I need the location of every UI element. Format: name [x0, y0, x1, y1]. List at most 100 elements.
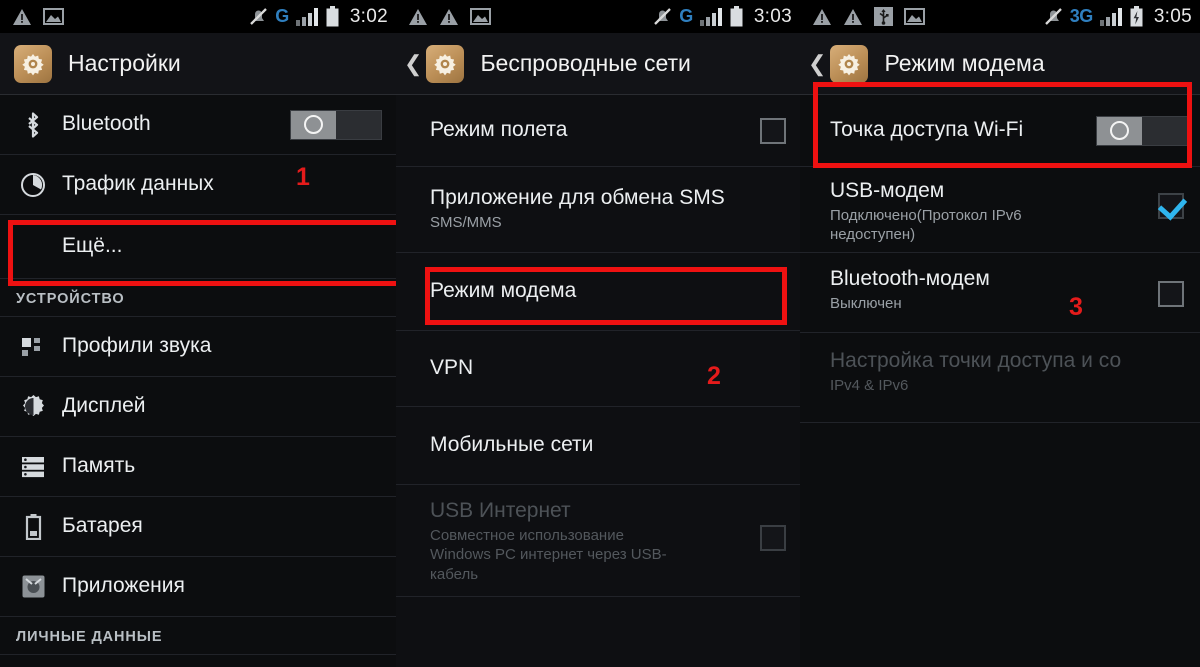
status-bar-right-2: G 3:03 [652, 6, 792, 28]
picture-icon [470, 8, 491, 25]
bell-muted-icon [654, 8, 672, 25]
battery-icon [326, 6, 339, 27]
warning-triangle-icon [13, 8, 31, 25]
list-item-label: USB-модем [830, 179, 945, 202]
section-header-personal: ЛИЧНЫЕ ДАННЫЕ [0, 617, 396, 655]
action-bar-tethering: ❮ Режим модема [800, 33, 1200, 95]
network-type-label-2: G [679, 6, 693, 26]
settings-gear-icon [14, 44, 52, 83]
status-bar-right-1: G 3:02 [248, 6, 388, 28]
list-item-label: Приложение для обмена SMS [430, 186, 725, 210]
clock-2: 3:03 [753, 5, 792, 27]
tethering-list: Точка доступа Wi-Fi USB-модем Подключено… [800, 95, 1200, 423]
bluetooth-toggle[interactable] [290, 109, 382, 140]
wifi-hotspot-toggle[interactable] [1096, 115, 1188, 146]
settings-gear-icon [426, 44, 465, 83]
status-bar-left-icons-3 [812, 7, 925, 26]
battery-charging-icon [1130, 6, 1143, 27]
sidebar-item-label: Приложения [62, 574, 185, 598]
clock-1: 3:02 [349, 5, 388, 27]
list-item-usb-internet[interactable]: USB Интернет Совместное использование Wi… [396, 485, 800, 597]
action-bar-wireless: ❮ Беспроводные сети [396, 33, 800, 95]
bluetooth-tethering-checkbox[interactable] [1158, 281, 1184, 307]
bell-muted-icon [250, 8, 268, 25]
sidebar-item-more[interactable]: Ещё... [0, 215, 396, 279]
annotation-number-3: 3 [1069, 293, 1083, 321]
status-bar-right-3: 3G 3:05 [1043, 6, 1192, 28]
warning-triangle-icon [844, 8, 862, 25]
bluetooth-icon [16, 111, 50, 139]
signal-bars-icon [699, 8, 722, 26]
sidebar-item-sound-profiles[interactable]: Профили звука [0, 317, 396, 377]
action-bar-settings: Настройки [0, 33, 396, 95]
panel-settings: G 3:02 Настройки Bluetooth Трафик данных… [0, 0, 396, 667]
sidebar-item-label: Трафик данных [62, 172, 214, 196]
signal-bars-icon [295, 8, 318, 26]
warning-triangle-icon [409, 8, 427, 25]
list-item-usb-tethering[interactable]: USB-модем Подключено(Протокол IPv6 недос… [800, 167, 1200, 253]
list-item-label: Режим полета [430, 118, 568, 142]
annotation-number-1: 1 [296, 163, 310, 191]
page-title-2: Беспроводные сети [480, 50, 691, 76]
network-type-label-1: G [275, 6, 289, 26]
list-item-label: Bluetooth-модем [830, 267, 990, 290]
list-item-subtitle: Выключен [830, 295, 902, 313]
back-chevron-icon[interactable]: ❮ [404, 52, 422, 75]
section-header-device: УСТРОЙСТВО [0, 279, 396, 317]
list-item-label: USB Интернет [430, 499, 571, 522]
network-type-label-3: 3G [1069, 6, 1094, 26]
sidebar-item-bluetooth[interactable]: Bluetooth [0, 95, 396, 155]
status-bar-2: G 3:03 [396, 0, 800, 33]
list-item-mobile-networks[interactable]: Мобильные сети [396, 407, 800, 485]
list-item-label: Настройка точки доступа и со [830, 349, 1122, 372]
clock-3: 3:05 [1153, 5, 1192, 27]
list-item-vpn[interactable]: VPN [396, 331, 800, 407]
list-item-label: Мобильные сети [430, 433, 594, 457]
list-item-label: Точка доступа Wi-Fi [830, 118, 1024, 142]
list-item-hotspot-config[interactable]: Настройка точки доступа и со IPv4 & IPv6 [800, 333, 1200, 423]
sidebar-item-label: Память [62, 454, 136, 478]
sidebar-item-label: Ещё... [62, 234, 123, 258]
sidebar-item-display[interactable]: Дисплей [0, 377, 396, 437]
list-item-subtitle: IPv4 & IPv6 [830, 377, 909, 395]
status-bar-1: G 3:02 [0, 0, 396, 33]
sound-profiles-icon [16, 335, 50, 359]
usb-icon [874, 7, 893, 26]
list-item-label: VPN [430, 356, 474, 380]
sidebar-item-label: Дисплей [62, 394, 146, 418]
list-item-tethering[interactable]: Режим модема [396, 253, 800, 331]
annotation-number-2: 2 [707, 362, 721, 390]
list-item-airplane-mode[interactable]: Режим полета [396, 95, 800, 167]
usb-internet-checkbox[interactable] [760, 525, 786, 551]
picture-icon [904, 8, 925, 25]
settings-list: Bluetooth Трафик данных Ещё... УСТРОЙСТВ… [0, 95, 396, 655]
bell-muted-icon [1044, 8, 1062, 25]
usb-tethering-checkbox[interactable] [1158, 193, 1184, 219]
status-bar-3: 3G 3:05 [800, 0, 1200, 33]
picture-icon [43, 8, 64, 25]
sidebar-item-battery[interactable]: Батарея [0, 497, 396, 557]
apps-android-icon [16, 574, 50, 599]
settings-gear-icon [830, 44, 869, 83]
sidebar-item-label: Батарея [62, 514, 143, 538]
list-item-subtitle: SMS/MMS [430, 214, 502, 232]
sidebar-item-data-usage[interactable]: Трафик данных [0, 155, 396, 215]
list-item-bluetooth-tethering[interactable]: Bluetooth-модем Выключен [800, 253, 1200, 333]
storage-icon [16, 456, 50, 478]
toggle-knob [291, 110, 336, 139]
sidebar-item-label: Профили звука [62, 334, 212, 358]
list-item-wifi-hotspot[interactable]: Точка доступа Wi-Fi [800, 95, 1200, 167]
back-chevron-icon[interactable]: ❮ [808, 52, 826, 75]
list-item-sms-app[interactable]: Приложение для обмена SMS SMS/MMS [396, 167, 800, 253]
warning-triangle-icon [440, 8, 458, 25]
status-bar-left-icons-1 [12, 8, 64, 26]
panel-tethering: 3G 3:05 ❮ Режим модема Точка доступа Wi-… [800, 0, 1200, 667]
status-bar-left-icons-2 [408, 8, 491, 26]
warning-triangle-icon [813, 8, 831, 25]
airplane-mode-checkbox[interactable] [760, 117, 786, 144]
sidebar-item-storage[interactable]: Память [0, 437, 396, 497]
sidebar-item-apps[interactable]: Приложения [0, 557, 396, 617]
data-usage-icon [16, 172, 50, 198]
sidebar-item-label: Bluetooth [62, 112, 151, 136]
panel-wireless-networks: G 3:03 ❮ Беспроводные сети Режим полета … [396, 0, 800, 667]
